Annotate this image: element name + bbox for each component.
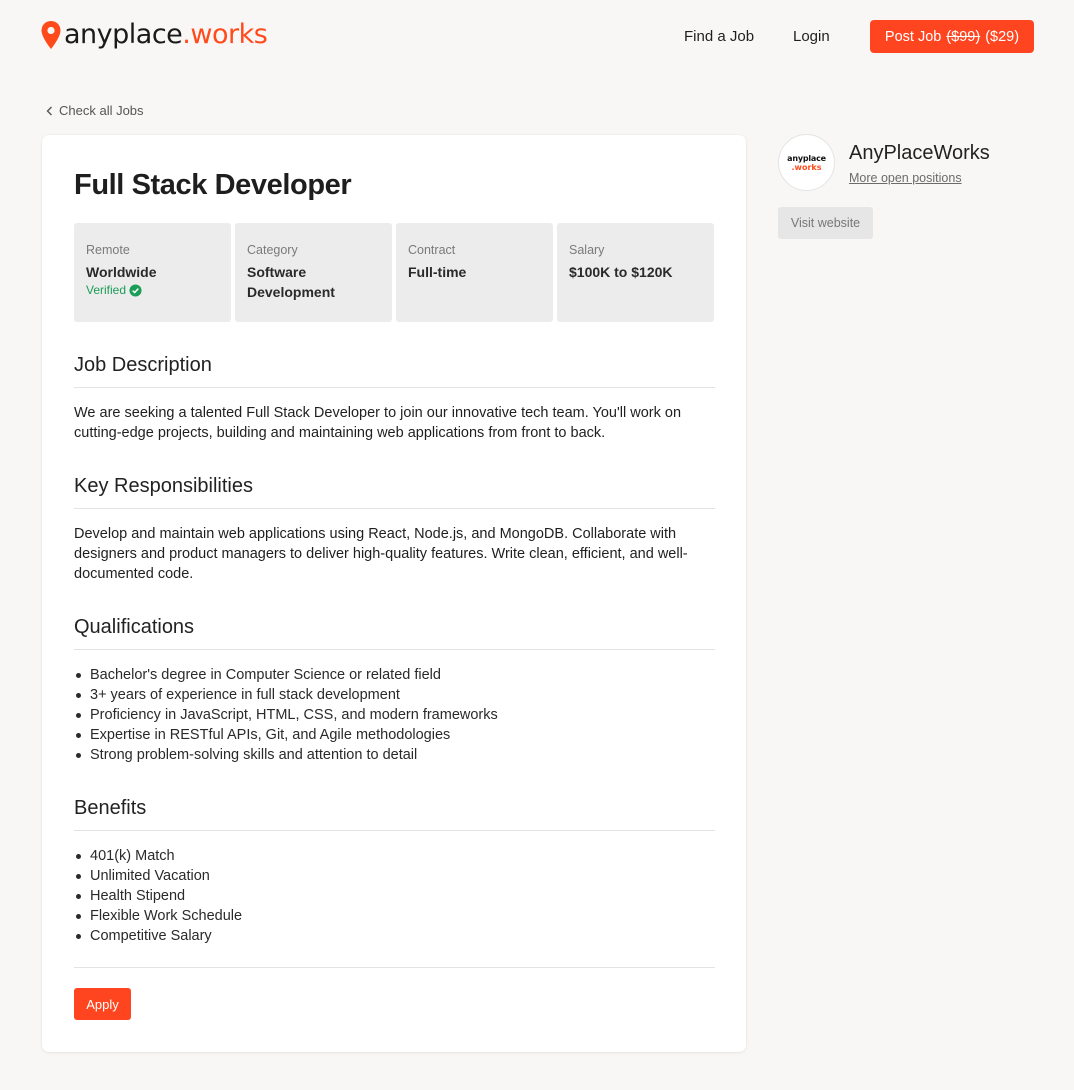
nav-login[interactable]: Login bbox=[793, 28, 830, 46]
fact-value: Full-time bbox=[408, 264, 467, 280]
description-text: We are seeking a talented Full Stack Dev… bbox=[74, 405, 682, 441]
logo-wordmark: anyplace.works bbox=[64, 18, 268, 52]
fact-label: Contract bbox=[408, 243, 456, 257]
logo-part-works: .works bbox=[182, 19, 268, 50]
section-title-qualifications: Qualifications bbox=[74, 616, 195, 638]
fact-remote: Remote Worldwide Verified bbox=[74, 223, 231, 322]
fact-value: Software Development bbox=[247, 264, 335, 300]
list-item: Expertise in RESTful APIs, Git, and Agil… bbox=[74, 725, 498, 745]
apply-button[interactable]: Apply bbox=[74, 988, 131, 1020]
post-job-label: Post Job bbox=[884, 28, 942, 45]
section-title-description: Job Description bbox=[74, 354, 212, 376]
nav-find-job[interactable]: Find a Job bbox=[684, 28, 754, 46]
company-name[interactable]: AnyPlaceWorks bbox=[849, 141, 990, 165]
list-item: Health Stipend bbox=[74, 886, 242, 906]
fact-label: Salary bbox=[569, 243, 605, 257]
section-title-responsibilities: Key Responsibilities bbox=[74, 475, 253, 497]
apply-divider bbox=[74, 967, 715, 968]
back-to-jobs-link[interactable]: Check all Jobs bbox=[46, 103, 144, 118]
site-logo[interactable]: anyplace.works bbox=[40, 18, 268, 52]
list-item: Strong problem-solving skills and attent… bbox=[74, 745, 498, 765]
benefits-list: 401(k) Match Unlimited Vacation Health S… bbox=[74, 846, 242, 946]
list-item: 3+ years of experience in full stack dev… bbox=[74, 685, 498, 705]
post-job-button[interactable]: Post Job ($99) ($29) bbox=[870, 20, 1034, 53]
more-positions-link[interactable]: More open positions bbox=[849, 171, 962, 185]
company-logo-line2: .works bbox=[791, 162, 822, 172]
company-logo-line1: anyplace bbox=[787, 153, 826, 163]
fact-contract: Contract Full-time bbox=[396, 223, 553, 322]
fact-category: Category Software Development bbox=[235, 223, 392, 322]
fact-label: Remote bbox=[86, 243, 130, 257]
chevron-left-icon bbox=[46, 106, 52, 115]
responsibilities-text: Develop and maintain web applications us… bbox=[74, 526, 688, 582]
section-divider bbox=[74, 387, 715, 388]
verified-badge: Verified bbox=[86, 283, 219, 297]
verified-label: Verified bbox=[86, 283, 127, 297]
back-link-label: Check all Jobs bbox=[59, 103, 144, 118]
map-pin-icon bbox=[41, 21, 61, 49]
check-circle-icon bbox=[129, 283, 142, 297]
list-item: Flexible Work Schedule bbox=[74, 906, 242, 926]
section-title-benefits: Benefits bbox=[74, 797, 147, 819]
fact-salary: Salary $100K to $120K bbox=[557, 223, 714, 322]
post-job-new-price: ($29) bbox=[985, 28, 1020, 45]
post-job-old-price: ($99) bbox=[946, 28, 981, 45]
logo-part-anyplace: anyplace bbox=[64, 19, 183, 50]
list-item: Bachelor's degree in Computer Science or… bbox=[74, 665, 498, 685]
qualifications-list: Bachelor's degree in Computer Science or… bbox=[74, 665, 498, 765]
job-facts: Remote Worldwide Verified Category Softw… bbox=[74, 223, 714, 322]
section-divider bbox=[74, 649, 715, 650]
list-item: Proficiency in JavaScript, HTML, CSS, an… bbox=[74, 705, 498, 725]
list-item: 401(k) Match bbox=[74, 846, 242, 866]
site-header: anyplace.works Find a Job Login Post Job… bbox=[0, 0, 1074, 74]
list-item: Competitive Salary bbox=[74, 926, 242, 946]
list-item: Unlimited Vacation bbox=[74, 866, 242, 886]
job-card: Full Stack Developer Remote Worldwide Ve… bbox=[42, 135, 746, 1052]
fact-value: $100K to $120K bbox=[569, 264, 673, 280]
visit-website-button[interactable]: Visit website bbox=[778, 207, 873, 239]
section-divider bbox=[74, 830, 715, 831]
fact-label: Category bbox=[247, 243, 298, 257]
section-divider bbox=[74, 508, 715, 509]
company-logo[interactable]: anyplace .works bbox=[778, 134, 835, 191]
job-title: Full Stack Developer bbox=[74, 169, 352, 201]
fact-value: Worldwide bbox=[86, 264, 157, 280]
